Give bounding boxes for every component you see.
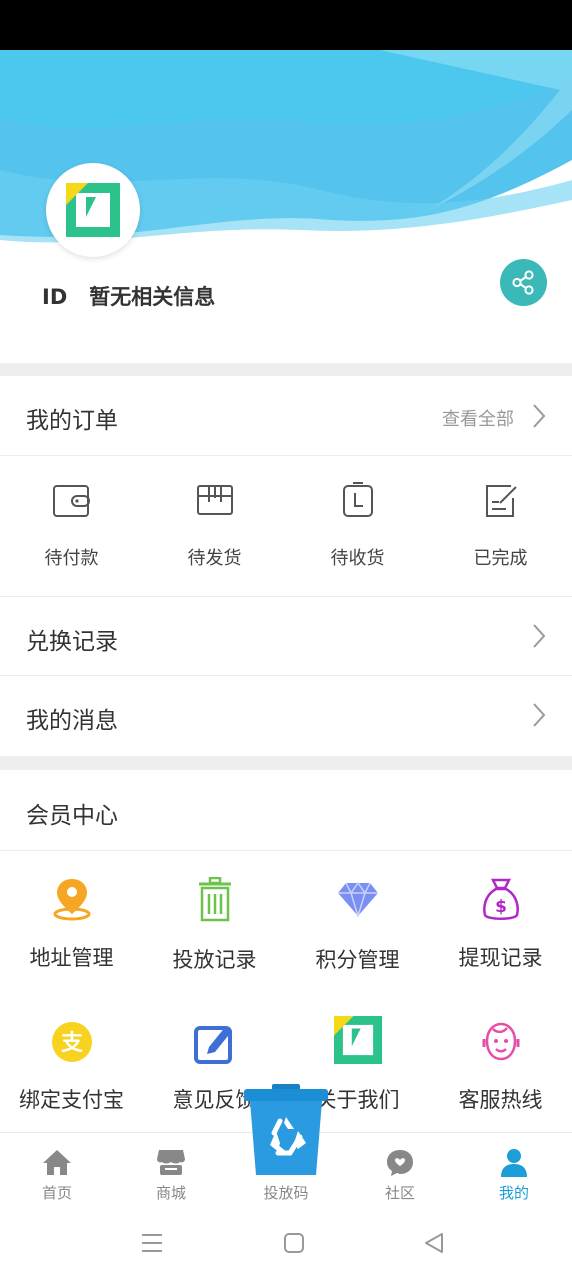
user-info: 暂无相关信息 (89, 285, 216, 309)
order-pending-receipt[interactable]: 待收货 (286, 456, 429, 596)
exchange-records-label: 兑换记录 (26, 629, 118, 655)
order-status-label: 待收货 (330, 548, 385, 569)
system-nav-bar (0, 1212, 572, 1280)
my-messages-label: 我的消息 (26, 708, 118, 734)
menu-icon[interactable] (141, 1232, 163, 1254)
member-item-label: 投放记录 (172, 948, 257, 972)
order-status-label: 待付款 (44, 548, 99, 569)
home-square-icon[interactable] (283, 1232, 305, 1254)
member-center-title: 会员中心 (26, 803, 118, 829)
share-button[interactable] (500, 259, 547, 306)
order-status-label: 待发货 (187, 548, 242, 569)
back-triangle-icon[interactable] (423, 1232, 445, 1254)
wallet-icon (52, 485, 90, 517)
member-drop-records[interactable]: 投放记录 (143, 851, 286, 991)
logo-icon (333, 1016, 382, 1064)
divider (0, 363, 572, 376)
tab-store[interactable]: 商城 (114, 1133, 228, 1213)
member-points-management[interactable]: 积分管理 (286, 851, 429, 991)
my-orders-row[interactable]: 我的订单 查看全部 (0, 376, 572, 456)
member-address-management[interactable]: 地址管理 (0, 851, 143, 991)
tab-label: 商城 (155, 1184, 186, 1202)
status-bar (0, 0, 572, 50)
home-icon (43, 1150, 71, 1175)
tab-label: 投放码 (263, 1184, 309, 1202)
chevron-right-icon (533, 404, 546, 428)
share-icon (512, 270, 534, 295)
tab-label: 我的 (498, 1184, 529, 1202)
chevron-right-icon (533, 703, 546, 727)
order-pending-payment[interactable]: 待付款 (0, 456, 143, 596)
diamond-icon (337, 881, 378, 917)
member-center-header: 会员中心 (0, 770, 572, 851)
tab-home[interactable]: 首页 (0, 1133, 114, 1213)
tab-community[interactable]: 社区 (343, 1133, 457, 1213)
svg-text:$: $ (495, 897, 507, 917)
member-item-label: 积分管理 (315, 948, 400, 972)
member-bind-alipay[interactable]: 支 绑定支付宝 (0, 991, 143, 1132)
member-item-label: 客服热线 (458, 1088, 543, 1112)
member-customer-hotline[interactable]: 客服热线 (429, 991, 572, 1132)
chevron-right-icon (533, 624, 546, 648)
view-all-link[interactable]: 查看全部 (442, 405, 514, 431)
my-orders-title: 我的订单 (26, 408, 118, 434)
receive-icon (342, 482, 373, 517)
money-bag-icon: $ (482, 878, 519, 920)
member-item-label: 提现记录 (458, 946, 543, 970)
order-status-grid: 待付款 待发货 待收货 已完成 (0, 456, 572, 596)
order-completed[interactable]: 已完成 (429, 456, 572, 596)
store-icon (157, 1150, 185, 1175)
order-status-label: 已完成 (473, 548, 528, 569)
alipay-icon: 支 (51, 1022, 92, 1062)
divider (0, 756, 572, 770)
avatar[interactable] (46, 163, 140, 257)
tab-mine[interactable]: 我的 (457, 1133, 571, 1213)
member-item-label: 地址管理 (29, 946, 114, 970)
member-item-label: 绑定支付宝 (19, 1088, 124, 1112)
user-id-line: ID 暂无相关信息 (42, 281, 215, 311)
tab-label: 社区 (384, 1184, 415, 1202)
my-messages-row[interactable]: 我的消息 (0, 676, 572, 756)
logo-icon (66, 183, 120, 237)
exchange-records-row[interactable]: 兑换记录 (0, 596, 572, 676)
trash-bin-icon (198, 877, 231, 922)
user-icon (501, 1149, 527, 1177)
member-withdrawal-records[interactable]: $ 提现记录 (429, 851, 572, 991)
recycle-bin-icon[interactable] (244, 1083, 328, 1177)
tab-label: 首页 (41, 1184, 72, 1202)
completed-icon (485, 485, 517, 517)
edit-icon (193, 1026, 232, 1064)
location-pin-icon (53, 879, 90, 921)
chat-icon (387, 1150, 413, 1176)
id-label: ID (42, 285, 68, 309)
customer-service-icon (482, 1022, 519, 1061)
order-pending-shipment[interactable]: 待发货 (143, 456, 286, 596)
package-icon (196, 485, 233, 515)
svg-text:支: 支 (60, 1031, 83, 1056)
